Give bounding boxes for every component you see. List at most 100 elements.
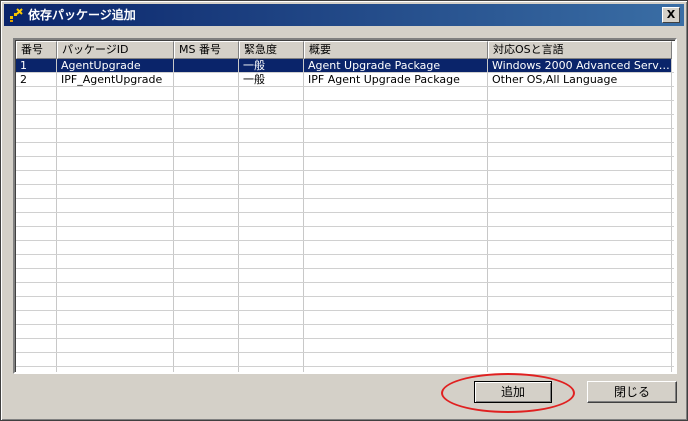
table-cell: IPF Agent Upgrade Package bbox=[304, 73, 488, 86]
table-cell bbox=[304, 283, 488, 296]
table-cell bbox=[239, 255, 304, 268]
table-cell bbox=[16, 297, 57, 310]
table-cell bbox=[488, 227, 672, 240]
table-cell bbox=[239, 227, 304, 240]
table-cell bbox=[174, 115, 239, 128]
table-cell bbox=[488, 353, 672, 366]
annotation-circle bbox=[441, 373, 575, 413]
table-cell bbox=[57, 339, 174, 352]
empty-row bbox=[16, 297, 674, 311]
empty-row bbox=[16, 157, 674, 171]
table-cell bbox=[174, 87, 239, 100]
table-cell bbox=[174, 129, 239, 142]
table-cell bbox=[174, 185, 239, 198]
table-cell bbox=[488, 171, 672, 184]
table-cell bbox=[239, 185, 304, 198]
empty-row bbox=[16, 199, 674, 213]
table-cell bbox=[57, 227, 174, 240]
table-cell bbox=[304, 143, 488, 156]
table-cell bbox=[239, 129, 304, 142]
column-header-number[interactable]: 番号 bbox=[16, 41, 57, 59]
table-cell bbox=[304, 227, 488, 240]
empty-row bbox=[16, 311, 674, 325]
table-cell bbox=[488, 143, 672, 156]
table-cell bbox=[174, 73, 239, 86]
table-cell bbox=[16, 339, 57, 352]
empty-row bbox=[16, 283, 674, 297]
table-cell bbox=[16, 87, 57, 100]
table-cell bbox=[57, 297, 174, 310]
table-cell bbox=[304, 199, 488, 212]
table-cell bbox=[174, 255, 239, 268]
table-cell bbox=[174, 311, 239, 324]
table-cell bbox=[304, 129, 488, 142]
table-cell bbox=[16, 213, 57, 226]
column-header-package-id[interactable]: パッケージID bbox=[57, 41, 174, 59]
empty-row bbox=[16, 185, 674, 199]
table-cell bbox=[488, 185, 672, 198]
table-row[interactable]: 1 AgentUpgrade 一般 Agent Upgrade Package Wind… bbox=[16, 59, 674, 73]
table-cell bbox=[174, 101, 239, 114]
table-cell bbox=[488, 283, 672, 296]
table-cell: Agent Upgrade Package bbox=[304, 59, 488, 72]
table-cell bbox=[488, 213, 672, 226]
package-list[interactable]: 番号 パッケージID MS 番号 緊急度 概要 対応OSと言語 1 AgentUp… bbox=[13, 38, 677, 374]
table-cell bbox=[239, 101, 304, 114]
column-header-os-language[interactable]: 対応OSと言語 bbox=[488, 41, 672, 59]
table-cell bbox=[488, 297, 672, 310]
table-cell bbox=[239, 87, 304, 100]
table-cell bbox=[174, 297, 239, 310]
table-row[interactable]: 2 IPF_AgentUpgrade 一般 IPF Agent Upgrade Pac… bbox=[16, 73, 674, 87]
table-cell bbox=[16, 325, 57, 338]
table-cell bbox=[488, 325, 672, 338]
table-cell bbox=[239, 353, 304, 366]
table-cell bbox=[304, 339, 488, 352]
table-cell bbox=[57, 311, 174, 324]
close-button[interactable]: 閉じる bbox=[587, 381, 677, 403]
table-cell bbox=[174, 367, 239, 372]
table-cell bbox=[57, 199, 174, 212]
table-cell bbox=[239, 339, 304, 352]
table-cell bbox=[174, 213, 239, 226]
table-cell: Windows 2000 Advanced Serve... bbox=[488, 59, 672, 72]
table-cell bbox=[304, 157, 488, 170]
table-cell bbox=[304, 367, 488, 372]
table-cell bbox=[488, 157, 672, 170]
column-header-severity[interactable]: 緊急度 bbox=[239, 41, 304, 59]
empty-row bbox=[16, 143, 674, 157]
table-cell bbox=[174, 143, 239, 156]
table-cell bbox=[57, 213, 174, 226]
table-cell bbox=[304, 311, 488, 324]
table-cell bbox=[57, 283, 174, 296]
empty-row bbox=[16, 367, 674, 372]
table-cell: 一般 bbox=[239, 73, 304, 86]
table-cell bbox=[16, 255, 57, 268]
table-cell bbox=[239, 143, 304, 156]
table-cell bbox=[174, 339, 239, 352]
column-header-summary[interactable]: 概要 bbox=[304, 41, 488, 59]
table-cell bbox=[239, 297, 304, 310]
table-cell bbox=[304, 171, 488, 184]
table-cell bbox=[488, 339, 672, 352]
column-header-ms-number[interactable]: MS 番号 bbox=[174, 41, 239, 59]
window-title: 依存パッケージ追加 bbox=[28, 8, 136, 22]
title-close-button[interactable]: X bbox=[662, 7, 680, 23]
table-cell bbox=[174, 269, 239, 282]
table-cell bbox=[239, 157, 304, 170]
title-bar[interactable]: 依存パッケージ追加 X bbox=[4, 4, 684, 26]
empty-row bbox=[16, 255, 674, 269]
table-cell bbox=[488, 101, 672, 114]
table-cell bbox=[57, 185, 174, 198]
table-cell bbox=[16, 367, 57, 372]
table-cell bbox=[239, 269, 304, 282]
table-cell bbox=[174, 353, 239, 366]
table-cell bbox=[174, 241, 239, 254]
table-cell bbox=[57, 325, 174, 338]
table-cell bbox=[57, 241, 174, 254]
table-cell bbox=[304, 297, 488, 310]
table-cell bbox=[304, 213, 488, 226]
table-cell bbox=[174, 283, 239, 296]
empty-row bbox=[16, 101, 674, 115]
table-cell bbox=[174, 171, 239, 184]
empty-row bbox=[16, 227, 674, 241]
